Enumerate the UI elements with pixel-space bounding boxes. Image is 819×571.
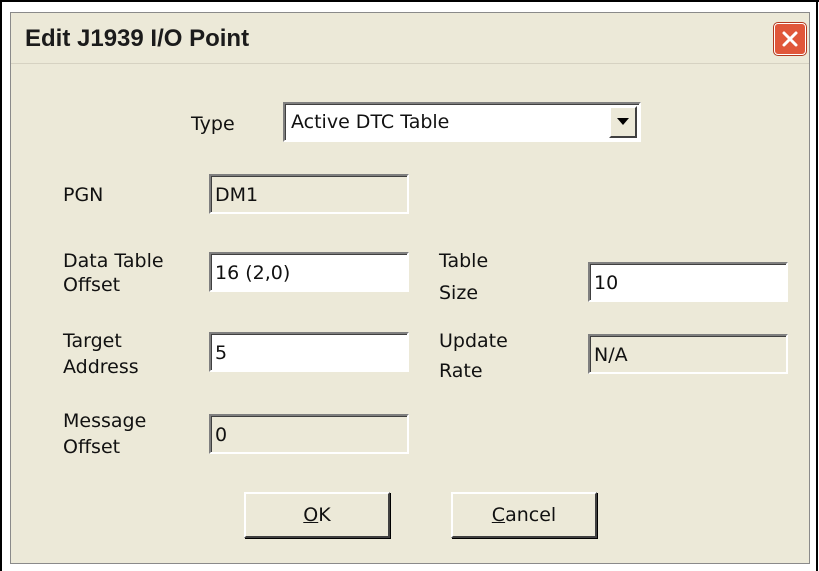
dialog-body: Type Active DTC Table PGN DM1 Data Table…: [11, 64, 809, 563]
target-address-label-line1: Target: [63, 330, 122, 352]
table-size-label-line2: Size: [439, 282, 479, 304]
cancel-label: ancel: [505, 504, 557, 526]
close-x-icon: [782, 31, 798, 47]
ok-label: K: [318, 504, 331, 526]
screen-edge: [0, 0, 819, 2]
dialog-titlebar: Edit J1939 I/O Point: [11, 13, 809, 64]
update-rate-field: N/A: [588, 334, 788, 374]
data-table-offset-input[interactable]: 16 (2,0): [209, 252, 409, 292]
screen-edge: [816, 0, 818, 571]
data-table-offset-label-line2: Offset: [63, 274, 121, 296]
edit-j1939-dialog: Edit J1939 I/O Point Type Active DTC Tab…: [10, 12, 810, 564]
close-button[interactable]: [774, 23, 806, 55]
type-dropdown[interactable]: Active DTC Table: [283, 102, 641, 142]
dropdown-button[interactable]: [609, 106, 637, 138]
cancel-mnemonic: C: [491, 504, 506, 526]
type-selected-value: Active DTC Table: [291, 111, 450, 133]
type-label: Type: [191, 113, 235, 135]
data-table-offset-label-line1: Data Table: [63, 250, 164, 272]
ok-mnemonic: O: [303, 504, 319, 526]
pgn-label: PGN: [63, 184, 104, 206]
message-offset-label-line1: Message: [63, 410, 147, 432]
cancel-button[interactable]: Cancel: [451, 492, 597, 538]
chevron-down-icon: [617, 118, 629, 125]
screen-edge: [0, 0, 2, 571]
update-rate-label-line1: Update: [439, 330, 508, 352]
pgn-field: DM1: [209, 174, 409, 214]
dialog-title: Edit J1939 I/O Point: [25, 25, 250, 52]
target-address-input[interactable]: 5: [209, 332, 409, 372]
message-offset-field: 0: [209, 414, 409, 454]
table-size-input[interactable]: 10: [588, 262, 788, 302]
target-address-label-line2: Address: [63, 356, 139, 378]
table-size-label-line1: Table: [439, 250, 489, 272]
message-offset-label-line2: Offset: [63, 436, 121, 458]
ok-button[interactable]: OK: [244, 492, 390, 538]
update-rate-label-line2: Rate: [439, 360, 483, 382]
